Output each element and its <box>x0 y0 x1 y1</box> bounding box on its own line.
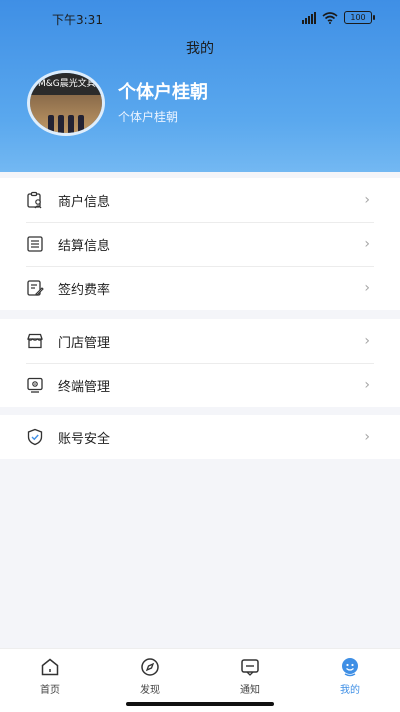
status-bar: 下午3:31 100 <box>0 0 400 36</box>
home-indicator <box>126 702 274 706</box>
menu-item-merchant-info[interactable]: 商户信息 › <box>0 178 400 222</box>
terminal-icon <box>27 377 43 393</box>
tab-label: 发现 <box>140 685 160 696</box>
wifi-icon <box>322 11 338 24</box>
tab-home[interactable]: 首页 <box>0 649 100 705</box>
chevron-right-icon: › <box>364 192 370 208</box>
menu-item-label: 签约费率 <box>58 282 111 298</box>
chevron-right-icon: › <box>364 377 370 393</box>
avatar[interactable]: M&G晨光文具 <box>27 70 105 136</box>
shield-icon <box>27 428 43 446</box>
settlement-icon <box>27 236 43 252</box>
avatar-storefront <box>30 95 102 133</box>
home-icon <box>41 658 59 676</box>
signal-icon <box>302 11 316 24</box>
menu-item-contract-rate[interactable]: 签约费率 › <box>0 266 400 310</box>
menu-item-label: 商户信息 <box>58 194 111 210</box>
menu-group-account: 账号安全 › <box>0 415 400 459</box>
profile-header: 下午3:31 100 我的 M&G晨光文具 个体户桂朝 个体户桂朝 <box>0 0 400 172</box>
menu-item-label: 终端管理 <box>58 379 111 395</box>
menu-item-label: 门店管理 <box>58 335 111 351</box>
merchant-info-icon <box>27 191 42 209</box>
chevron-right-icon: › <box>364 333 370 349</box>
chevron-right-icon: › <box>364 236 370 252</box>
tab-label: 通知 <box>240 685 260 696</box>
tab-label: 首页 <box>40 685 60 696</box>
chevron-right-icon: › <box>364 280 370 296</box>
status-time: 下午3:31 <box>52 13 103 27</box>
chevron-right-icon: › <box>364 429 370 445</box>
message-icon <box>241 659 259 676</box>
menu-group-merchant: 商户信息 › 结算信息 › 签约费率 › <box>0 178 400 310</box>
battery-icon: 100 <box>344 11 375 24</box>
contract-rate-icon <box>27 280 44 296</box>
status-icons: 100 <box>302 11 375 24</box>
menu-item-account-security[interactable]: 账号安全 › <box>0 415 400 459</box>
page-title: 我的 <box>186 41 214 57</box>
tab-notifications[interactable]: 通知 <box>200 649 300 705</box>
profile-subtitle: 个体户桂朝 <box>118 110 179 124</box>
avatar-sign-text: M&G晨光文具 <box>30 73 102 95</box>
menu-item-label: 账号安全 <box>58 431 111 447</box>
menu-item-terminal-management[interactable]: 终端管理 › <box>0 363 400 407</box>
tab-label: 我的 <box>340 685 360 696</box>
compass-icon <box>141 658 159 676</box>
tab-discover[interactable]: 发现 <box>100 649 200 705</box>
user-icon <box>342 658 358 677</box>
menu-item-settlement[interactable]: 结算信息 › <box>0 222 400 266</box>
profile-name: 个体户桂朝 <box>118 82 208 103</box>
menu-item-label: 结算信息 <box>58 238 111 254</box>
menu-group-management: 门店管理 › 终端管理 › <box>0 319 400 407</box>
tab-mine[interactable]: 我的 <box>300 649 400 705</box>
menu-item-store-management[interactable]: 门店管理 › <box>0 319 400 363</box>
store-icon <box>27 333 43 349</box>
